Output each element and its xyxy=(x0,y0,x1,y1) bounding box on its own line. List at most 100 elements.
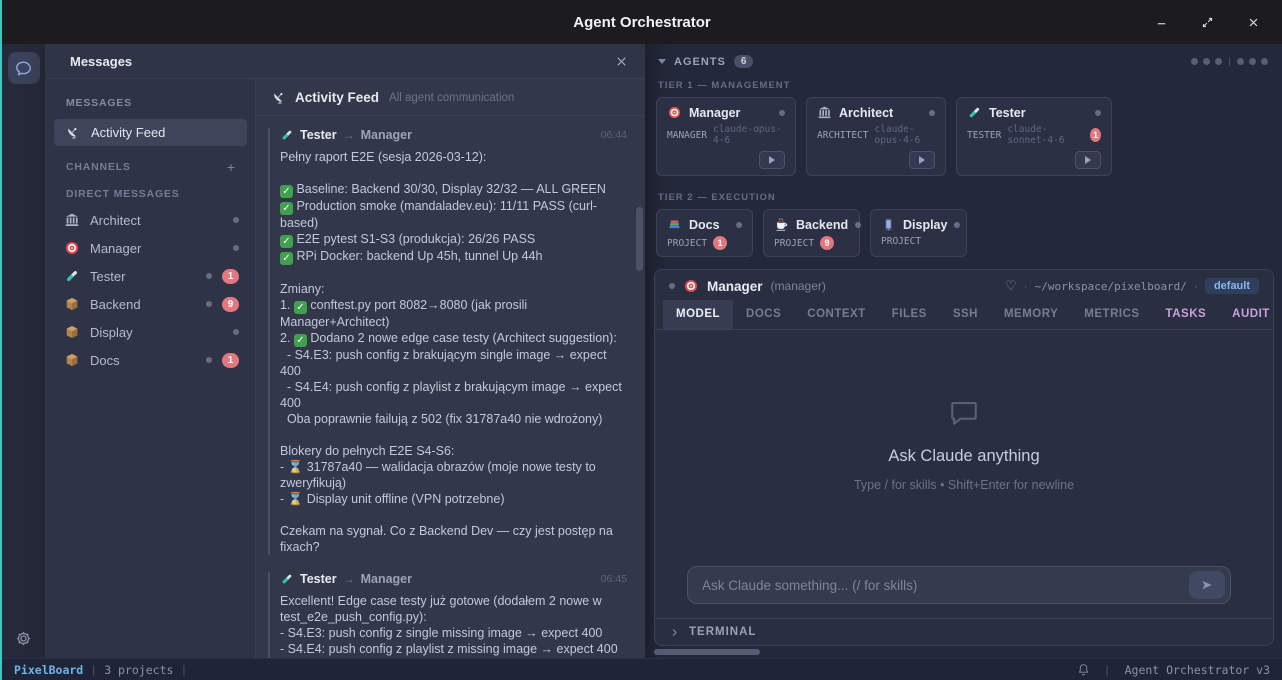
agent-card-architect[interactable]: Architect ARCHITECT claude-opus-4-6 xyxy=(806,97,946,176)
scrollbar-thumb[interactable] xyxy=(654,649,760,655)
presence-dot xyxy=(233,329,239,335)
send-button[interactable] xyxy=(1189,571,1225,599)
sidebar-item-architect[interactable]: Architect xyxy=(46,206,255,234)
layout-dot-icon[interactable] xyxy=(1191,58,1198,65)
tab-docs[interactable]: DOCS xyxy=(733,300,794,329)
agent-role: MANAGER xyxy=(667,130,707,141)
separator-pipe: | xyxy=(180,663,187,677)
start-agent-button[interactable] xyxy=(1075,151,1101,169)
window-controls xyxy=(1150,11,1282,33)
agent-model: claude-sonnet-4-6 xyxy=(1007,124,1084,146)
package-box-icon xyxy=(64,352,80,368)
tab-context[interactable]: CONTEXT xyxy=(794,300,878,329)
sidebar-item-tester[interactable]: Tester 1 xyxy=(46,262,255,290)
layout-dot-icon[interactable] xyxy=(1203,58,1210,65)
notifications-button[interactable] xyxy=(1077,663,1090,676)
terminal-toggle[interactable]: TERMINAL xyxy=(655,618,1273,645)
tier1-cards: Manager MANAGER claude-opus-4-6 Architec… xyxy=(656,97,1274,176)
presence-dot xyxy=(233,217,239,223)
close-icon xyxy=(614,54,629,69)
sidebar-item-activity-feed[interactable]: Activity Feed xyxy=(54,119,247,146)
message-recipient: Manager xyxy=(361,128,412,142)
messages-rail-button[interactable] xyxy=(8,52,40,84)
arrow-icon: → xyxy=(343,128,355,142)
feed-scrollbar[interactable] xyxy=(636,207,643,271)
console-empty-state: Ask Claude anything Type / for skills • … xyxy=(655,330,1273,558)
sidebar-item-display[interactable]: Display xyxy=(46,318,255,346)
dm-label: Backend xyxy=(90,297,196,312)
statusbar-version: Agent Orchestrator v3 xyxy=(1125,663,1270,677)
add-channel-button[interactable]: + xyxy=(227,160,235,174)
sidebar-item-docs[interactable]: Docs 1 xyxy=(46,346,255,374)
tab-audit[interactable]: AUDIT xyxy=(1219,300,1274,329)
separator-dot: · xyxy=(1024,279,1028,293)
workspace-path: ~/workspace/pixelboard/ xyxy=(1035,280,1187,293)
start-agent-button[interactable] xyxy=(759,151,785,169)
icon-rail xyxy=(2,44,46,658)
agent-name: Architect xyxy=(839,106,893,120)
settings-button[interactable] xyxy=(14,629,33,648)
message-timestamp: 06:44 xyxy=(601,129,627,141)
feed-message-list: Tester → Manager 06:44 Pełny raport E2E … xyxy=(256,116,645,658)
minimize-button[interactable] xyxy=(1150,11,1172,33)
agents-header: AGENTS 6 xyxy=(654,49,1274,76)
chat-bubble-icon xyxy=(14,59,33,78)
messages-sidebar: MESSAGES Activity Feed CHANNELS + DIRECT… xyxy=(46,79,256,658)
panel-horizontal-scrollbar xyxy=(654,648,1274,657)
dm-label: Architect xyxy=(90,213,223,228)
agents-label: AGENTS xyxy=(674,56,726,68)
agent-card-manager[interactable]: Manager MANAGER claude-opus-4-6 xyxy=(656,97,796,176)
window-title: Agent Orchestrator xyxy=(2,14,1282,31)
layout-dot-icon[interactable] xyxy=(1261,58,1268,65)
agent-role: PROJECT xyxy=(774,238,814,249)
separator-pipe: | xyxy=(1104,663,1111,677)
feed-message: Tester → Manager 06:44 Pełny raport E2E … xyxy=(268,128,627,555)
dm-label: Tester xyxy=(90,269,196,284)
bell-icon xyxy=(1077,663,1090,676)
coffee-icon xyxy=(774,217,789,232)
agents-panel: AGENTS 6 TIER 1 — MANAGEMENT M xyxy=(646,44,1282,658)
console-tabs: MODEL DOCS CONTEXT FILES SSH MEMORY METR… xyxy=(655,300,1273,330)
console-agent-role: (manager) xyxy=(771,279,826,293)
caret-down-icon[interactable] xyxy=(658,59,666,64)
message-body: Excellent! Edge case testy już gotowe (d… xyxy=(280,593,627,658)
sidebar-item-backend[interactable]: Backend 9 xyxy=(46,290,255,318)
dm-label: Manager xyxy=(90,241,223,256)
agent-name: Tester xyxy=(989,106,1026,120)
unread-badge: 1 xyxy=(713,236,727,250)
messages-close-button[interactable] xyxy=(614,54,629,69)
minimize-icon xyxy=(1154,15,1169,30)
layout-dot-icon[interactable] xyxy=(1237,58,1244,65)
sidebar-item-manager[interactable]: Manager xyxy=(46,234,255,262)
tier2-label: TIER 2 — EXECUTION xyxy=(654,188,1274,209)
tab-memory[interactable]: MEMORY xyxy=(991,300,1071,329)
layout-dot-icon[interactable] xyxy=(1249,58,1256,65)
messages-panel: Messages MESSAGES Activity Feed CHANNELS… xyxy=(46,44,646,658)
agent-name: Backend xyxy=(796,218,848,232)
tab-metrics[interactable]: METRICS xyxy=(1071,300,1152,329)
prompt-input[interactable] xyxy=(692,578,1189,593)
agent-card-backend[interactable]: Backend PROJECT 9 xyxy=(763,209,860,257)
tab-tasks[interactable]: TASKS xyxy=(1153,300,1220,329)
tab-model[interactable]: MODEL xyxy=(663,300,733,329)
play-icon xyxy=(919,156,925,164)
maximize-button[interactable] xyxy=(1196,11,1218,33)
heart-icon[interactable]: ♡ xyxy=(1005,278,1017,294)
agent-card-docs[interactable]: Docs PROJECT 1 xyxy=(656,209,753,257)
tab-ssh[interactable]: SSH xyxy=(940,300,991,329)
agent-card-display[interactable]: Display PROJECT xyxy=(870,209,967,257)
console-header: Manager (manager) ♡ · ~/workspace/pixelb… xyxy=(655,270,1273,300)
tab-files[interactable]: FILES xyxy=(879,300,940,329)
play-icon xyxy=(1085,156,1091,164)
chat-bubble-icon xyxy=(946,396,982,430)
layout-dot-icon[interactable] xyxy=(1215,58,1222,65)
separator-pipe: | xyxy=(90,663,97,677)
agent-card-tester[interactable]: Tester TESTER claude-sonnet-4-6 1 xyxy=(956,97,1112,176)
presence-dot xyxy=(669,283,675,289)
close-button[interactable] xyxy=(1242,11,1264,33)
prompt-input-row xyxy=(655,558,1273,618)
presence-dot xyxy=(929,110,935,116)
session-badge[interactable]: default xyxy=(1205,278,1259,294)
start-agent-button[interactable] xyxy=(909,151,935,169)
agents-count-badge: 6 xyxy=(734,55,754,68)
